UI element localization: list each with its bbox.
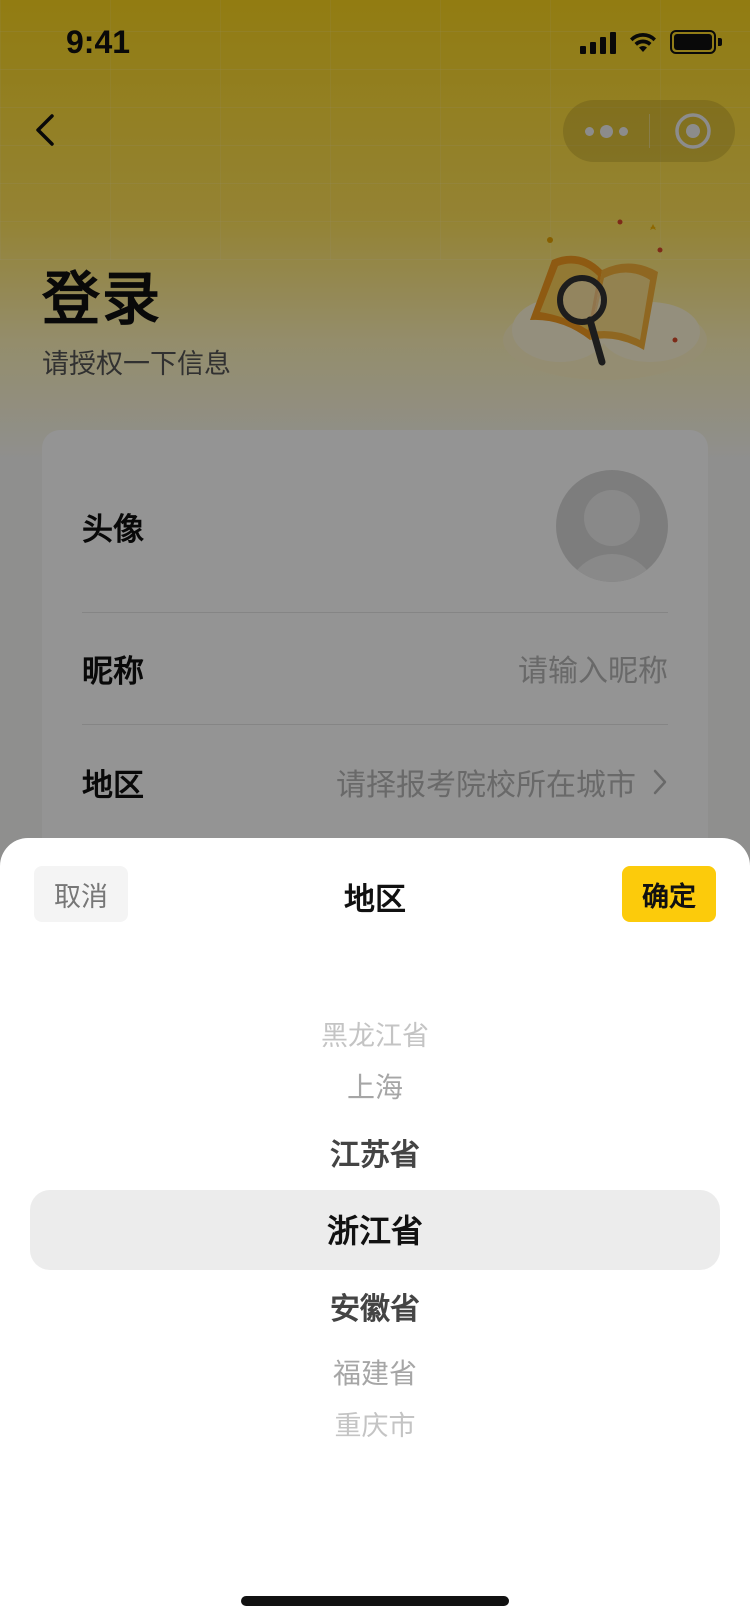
picker-option[interactable]: 安徽省 (0, 1284, 750, 1328)
picker-option[interactable]: 重庆市 (0, 1404, 750, 1443)
picker-option[interactable]: 江苏省 (0, 1130, 750, 1174)
picker-option[interactable]: 福建省 (0, 1352, 750, 1392)
confirm-button[interactable]: 确定 (622, 866, 716, 922)
region-picker-sheet: 取消 地区 确定 黑龙江省 上海 江苏省 浙江省 安徽省 福建省 重庆市 (0, 838, 750, 1624)
picker-option[interactable]: 上海 (0, 1066, 750, 1106)
picker-option[interactable]: 黑龙江省 (0, 1014, 750, 1053)
picker-option-selected[interactable]: 浙江省 (0, 1206, 750, 1252)
home-indicator[interactable] (241, 1596, 509, 1606)
region-picker-column[interactable]: 黑龙江省 上海 江苏省 浙江省 安徽省 福建省 重庆市 (0, 958, 750, 1518)
